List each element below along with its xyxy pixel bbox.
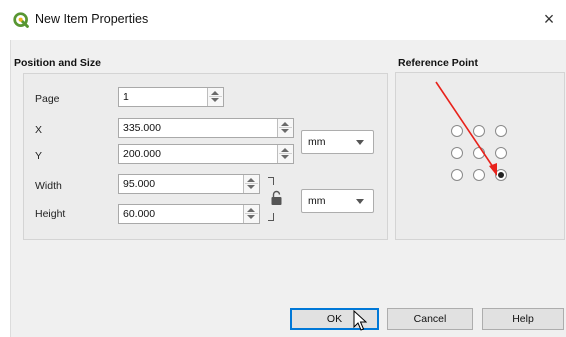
height-spin-buttons[interactable] <box>243 205 259 223</box>
x-label: X <box>35 124 43 136</box>
size-units-select[interactable]: mm <box>301 189 374 213</box>
cancel-button[interactable]: Cancel <box>387 308 473 330</box>
ratio-bracket-bottom <box>268 213 274 221</box>
size-units-value: mm <box>308 195 326 207</box>
spin-down-icon[interactable] <box>281 155 289 159</box>
ref-point-middle-left[interactable] <box>451 147 463 159</box>
ref-point-middle-right[interactable] <box>495 147 507 159</box>
width-spin-buttons[interactable] <box>243 175 259 193</box>
width-label: Width <box>35 180 62 192</box>
y-label: Y <box>35 150 43 162</box>
ref-point-top-right[interactable] <box>495 125 507 137</box>
help-button[interactable]: Help <box>482 308 564 330</box>
spin-up-icon[interactable] <box>247 208 255 212</box>
height-label: Height <box>35 208 66 220</box>
page-value: 1 <box>123 91 129 103</box>
reference-point-title: Reference Point <box>398 57 478 69</box>
chevron-down-icon <box>356 140 364 145</box>
qgis-logo-icon <box>13 12 29 28</box>
ref-point-top-center[interactable] <box>473 125 485 137</box>
x-value: 335.000 <box>123 122 161 134</box>
lock-icon[interactable] <box>271 190 282 206</box>
ref-point-bottom-right[interactable] <box>495 169 507 181</box>
spin-down-icon[interactable] <box>281 129 289 133</box>
x-spin-buttons[interactable] <box>277 119 293 137</box>
spin-down-icon[interactable] <box>247 185 255 189</box>
width-value: 95.000 <box>123 178 156 190</box>
width-spinbox[interactable]: 95.000 <box>118 174 260 194</box>
chevron-down-icon <box>356 199 364 204</box>
spin-up-icon[interactable] <box>211 91 219 95</box>
spin-down-icon[interactable] <box>247 215 255 219</box>
page-spin-buttons[interactable] <box>207 88 223 106</box>
close-button[interactable]: × <box>538 8 560 30</box>
ref-point-bottom-left[interactable] <box>451 169 463 181</box>
height-value: 60.000 <box>123 208 156 220</box>
window-title: New Item Properties <box>35 12 149 26</box>
height-spinbox[interactable]: 60.000 <box>118 204 260 224</box>
y-value: 200.000 <box>123 148 161 160</box>
spin-up-icon[interactable] <box>281 122 289 126</box>
spin-down-icon[interactable] <box>211 98 219 102</box>
mouse-pointer-icon <box>353 310 367 331</box>
page-label: Page <box>35 93 60 105</box>
x-spinbox[interactable]: 335.000 <box>118 118 294 138</box>
title-bar: New Item Properties × <box>0 0 566 40</box>
spin-up-icon[interactable] <box>281 148 289 152</box>
ref-point-top-left[interactable] <box>451 125 463 137</box>
ref-point-bottom-center[interactable] <box>473 169 485 181</box>
position-units-select[interactable]: mm <box>301 130 374 154</box>
y-spin-buttons[interactable] <box>277 145 293 163</box>
ratio-bracket-top <box>268 177 274 185</box>
y-spinbox[interactable]: 200.000 <box>118 144 294 164</box>
page-spinbox[interactable]: 1 <box>118 87 224 107</box>
dialog-body: Position and Size Page 1 X 335.000 mm Y … <box>10 40 566 337</box>
ref-point-center[interactable] <box>473 147 485 159</box>
position-size-title: Position and Size <box>14 57 101 69</box>
position-units-value: mm <box>308 136 326 148</box>
spin-up-icon[interactable] <box>247 178 255 182</box>
